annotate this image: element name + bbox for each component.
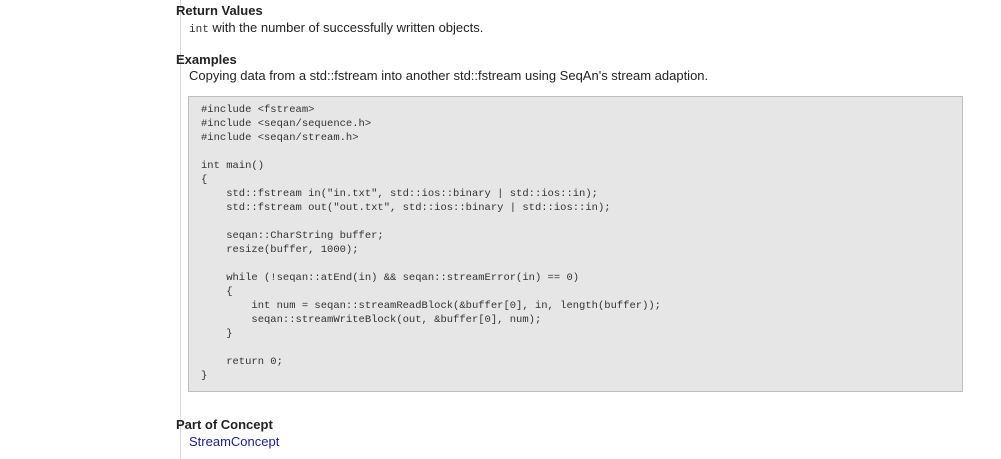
examples-description: Copying data from a std::fstream into an… <box>189 68 709 83</box>
return-values-text: with the number of successfully written … <box>208 20 484 35</box>
documentation-page: Return Values int with the number of suc… <box>0 0 1001 459</box>
examples-heading: Examples <box>176 52 237 67</box>
return-values-heading: Return Values <box>176 3 263 18</box>
code-example: #include <fstream> #include <seqan/seque… <box>201 104 661 382</box>
return-type: int <box>189 24 209 36</box>
return-values-description: int with the number of successfully writ… <box>189 20 483 38</box>
code-example-block: #include <fstream> #include <seqan/seque… <box>188 96 963 392</box>
stream-concept-link[interactable]: StreamConcept <box>189 434 279 450</box>
left-divider <box>180 0 181 459</box>
part-of-concept-heading: Part of Concept <box>176 417 273 432</box>
